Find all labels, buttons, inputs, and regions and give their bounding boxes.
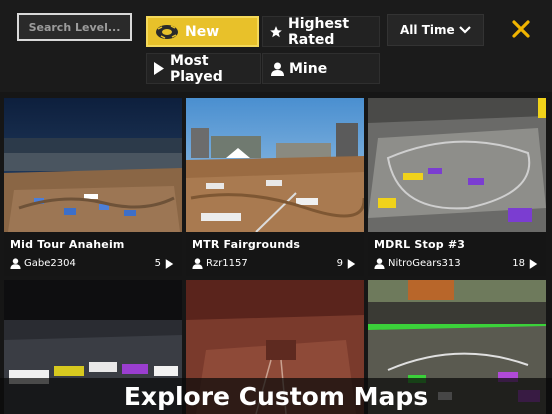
map-play-count: 5 [155,258,174,269]
time-filter-dropdown[interactable]: All Time [387,14,484,46]
search-input[interactable]: Search Level... [17,13,132,41]
map-thumbnail [4,98,182,232]
play-icon [165,258,174,269]
map-author-name: Rzr1157 [206,258,248,269]
map-meta: MTR Fairgrounds Rzr1157 9 [186,232,364,276]
tab-highest-rated-label: Highest Rated [288,15,350,48]
user-icon [271,62,284,76]
map-author: Rzr1157 [192,258,248,269]
map-play-count-value: 9 [336,258,343,269]
map-card[interactable]: Mid Tour Anaheim Gabe2304 5 [4,98,182,276]
play-icon [153,62,165,75]
close-button[interactable] [506,16,536,46]
close-icon [512,20,530,42]
tab-highest-rated[interactable]: Highest Rated [262,15,380,48]
map-play-count-value: 5 [154,258,161,269]
map-card[interactable]: MTR Fairgrounds Rzr1157 9 [186,98,364,276]
map-meta: MDRL Stop #3 NitroGears313 18 [368,232,546,276]
map-thumbnail [186,98,364,232]
map-author-name: Gabe2304 [24,258,76,269]
map-play-count-value: 18 [512,258,525,269]
promo-banner: Explore Custom Maps [0,378,552,414]
time-filter-value: All Time [400,23,455,37]
map-grid: Mid Tour Anaheim Gabe2304 5 MTR Fairgrou… [0,96,552,414]
user-icon [10,258,21,269]
map-play-count: 9 [337,258,356,269]
map-title: Mid Tour Anaheim [10,238,125,251]
user-icon [374,258,385,269]
map-card[interactable]: MDRL Stop #3 NitroGears313 18 [368,98,546,276]
star-icon [269,25,283,39]
map-play-count: 18 [512,258,538,269]
map-thumbnail [368,98,546,232]
play-icon [347,258,356,269]
tab-most-played-label: Most Played [170,52,223,85]
tab-mine-label: Mine [289,60,328,77]
map-title: MTR Fairgrounds [192,238,301,251]
user-icon [192,258,203,269]
tab-new[interactable]: New [146,16,259,47]
tire-icon [154,23,180,41]
tab-most-played[interactable]: Most Played [146,52,261,85]
tab-new-label: New [185,23,220,40]
map-author-name: NitroGears313 [388,258,461,269]
map-title: MDRL Stop #3 [374,238,466,251]
map-author: NitroGears313 [374,258,461,269]
map-meta: Mid Tour Anaheim Gabe2304 5 [4,232,182,276]
chevron-down-icon [459,23,471,37]
play-icon [529,258,538,269]
tab-mine[interactable]: Mine [262,53,380,84]
map-author: Gabe2304 [10,258,76,269]
